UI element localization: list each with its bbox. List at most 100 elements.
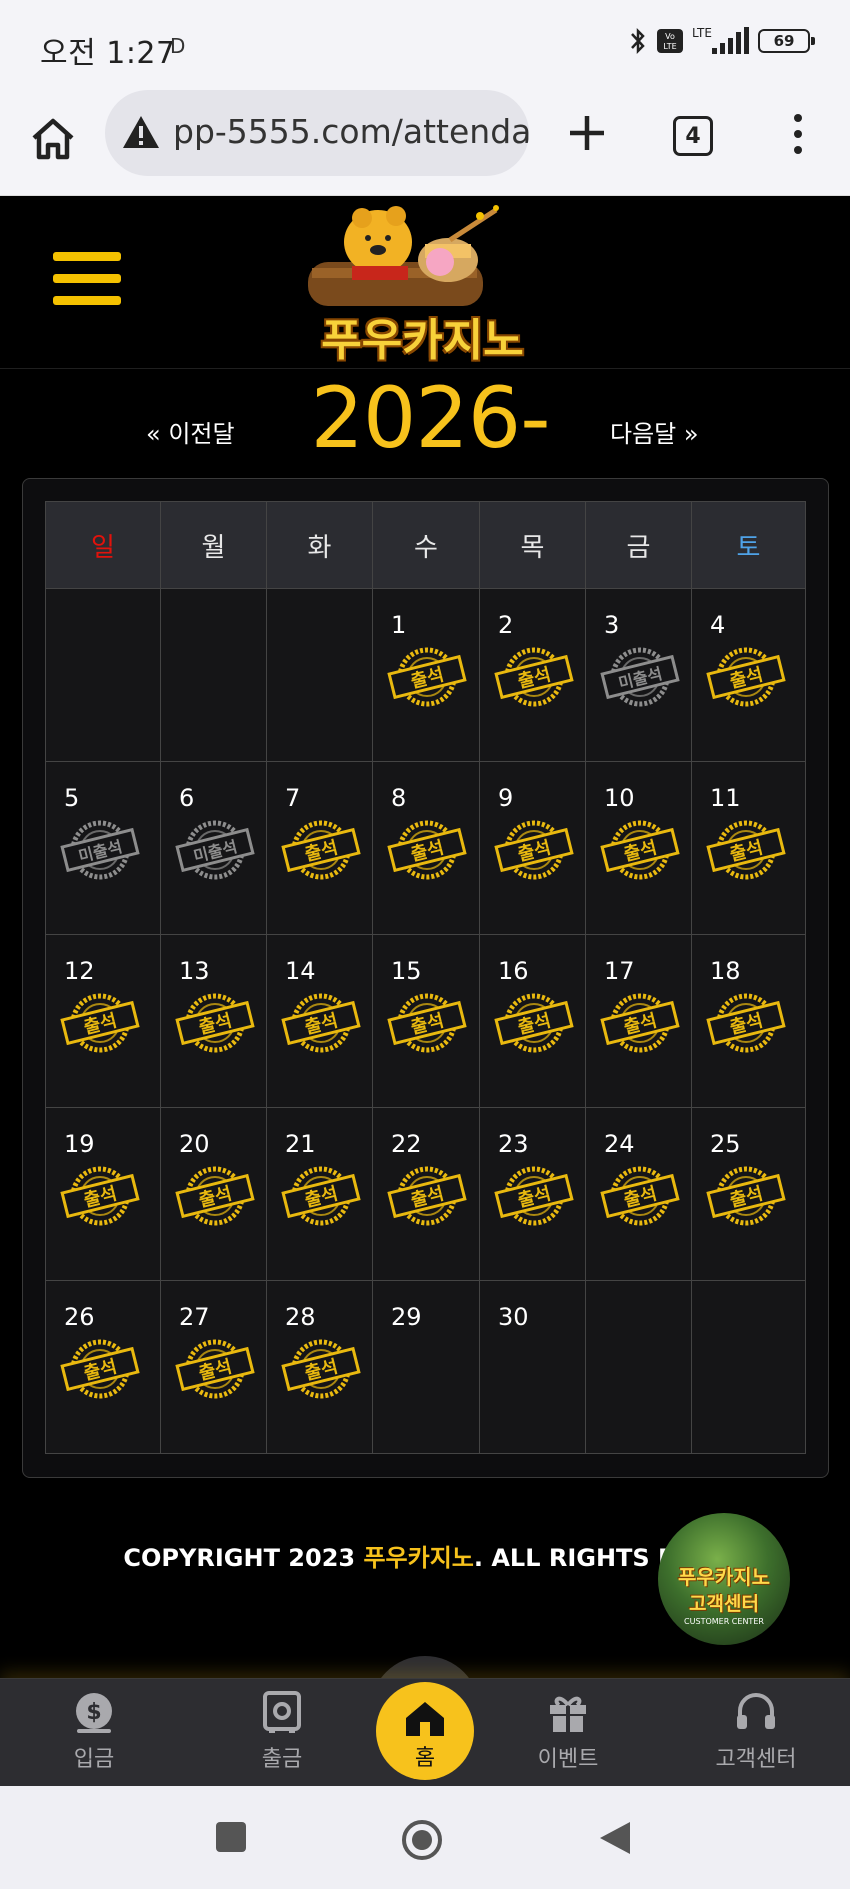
attended-stamp-icon: 출석 [60, 1339, 140, 1399]
day-number: 5 [64, 784, 80, 812]
attended-stamp-icon: 출석 [60, 993, 140, 1053]
url-text: pp-5555.com/attendar [173, 112, 529, 151]
day-number: 3 [604, 611, 620, 639]
month-navigation: « 이전달 2026-04 다음달 » [0, 369, 850, 565]
calendar-day-cell: 13 출석 [160, 934, 267, 1108]
day-number: 12 [64, 957, 95, 985]
weekday-wed: 수 [372, 501, 480, 589]
status-time: 오전 1:27 [40, 36, 176, 71]
svg-text:$: $ [86, 1700, 101, 1725]
calendar-day-cell: 18 출석 [691, 934, 806, 1108]
gift-icon [550, 1696, 586, 1732]
svg-text:LTE: LTE [663, 42, 676, 51]
nav-event[interactable]: 이벤트 [508, 1689, 628, 1773]
hamburger-menu-icon[interactable] [53, 252, 121, 310]
calendar-day-cell: 27 출석 [160, 1280, 267, 1454]
back-icon[interactable] [598, 1820, 632, 1856]
calendar-day-cell: 29 [372, 1280, 480, 1454]
bluetooth-icon [631, 27, 645, 55]
day-number: 1 [391, 611, 407, 639]
nav-deposit[interactable]: $ 입금 [34, 1689, 154, 1773]
site-logo[interactable]: 푸우카지노 [300, 200, 545, 366]
day-number: 30 [498, 1303, 529, 1331]
day-number: 15 [391, 957, 422, 985]
day-number: 24 [604, 1130, 635, 1158]
recent-apps-icon[interactable] [214, 1820, 248, 1854]
calendar-day-cell: 1 출석 [372, 588, 480, 762]
attended-stamp-icon: 출석 [387, 820, 467, 880]
day-number: 4 [710, 611, 726, 639]
attended-stamp-icon: 출석 [281, 1166, 361, 1226]
attended-stamp-icon: 출석 [175, 1339, 255, 1399]
day-number: 27 [179, 1303, 210, 1331]
calendar-week-row: 1 출석 2 출석 3 미출석 4 출석 [45, 588, 806, 762]
nav-support-label: 고객센터 [715, 1747, 797, 1772]
battery-icon: 69 [758, 29, 815, 53]
weekday-tue: 화 [266, 501, 373, 589]
day-number: 23 [498, 1130, 529, 1158]
tab-switcher-button[interactable]: 4 [673, 116, 713, 156]
day-number: 22 [391, 1130, 422, 1158]
nav-event-label: 이벤트 [537, 1747, 599, 1772]
day-number: 19 [64, 1130, 95, 1158]
weekday-sun: 일 [45, 501, 161, 589]
calendar-day-cell: 20 출석 [160, 1107, 267, 1281]
calendar-day-cell: 22 출석 [372, 1107, 480, 1281]
calendar-grid: 일월화수목금토 1 출석 2 출석 3 미출석 4 출석 5 미출석 6 미출석 7 출석 8 출석 9 출석 10… [45, 501, 806, 1454]
next-month-link[interactable]: 다음달 » [610, 414, 699, 449]
attended-stamp-icon: 출석 [600, 820, 680, 880]
nav-home[interactable]: 홈 [376, 1682, 474, 1780]
nav-withdraw[interactable]: 출금 [222, 1689, 342, 1773]
attended-stamp-icon: 출석 [387, 993, 467, 1053]
logo-text: 푸우카지노 [321, 315, 524, 366]
attended-stamp-icon: 출석 [281, 820, 361, 880]
customer-center-badge[interactable]: 푸우카지노 고객센터 CUSTOMER CENTER [658, 1513, 790, 1645]
day-number: 18 [710, 957, 741, 985]
day-number: 17 [604, 957, 635, 985]
calendar-week-row: 19 출석 20 출석 21 출석 22 출석 23 출석 24 출석 25 출석 [45, 1107, 806, 1281]
calendar-day-cell: 2 출석 [479, 588, 586, 762]
calendar-day-cell: 16 출석 [479, 934, 586, 1108]
absent-stamp-icon: 미출석 [175, 820, 255, 880]
site-header: 푸우카지노 [0, 196, 850, 369]
attended-stamp-icon: 출석 [387, 647, 467, 707]
attended-stamp-icon: 출석 [494, 820, 574, 880]
volte-icon: VoLTE [657, 29, 683, 53]
home-circle-icon[interactable] [400, 1818, 444, 1862]
calendar-day-cell: 24 출석 [585, 1107, 692, 1281]
attended-stamp-icon: 출석 [281, 1339, 361, 1399]
status-indicator: D [170, 34, 186, 58]
prev-month-link[interactable]: « 이전달 [146, 414, 235, 449]
weekday-thu: 목 [479, 501, 586, 589]
nav-support[interactable]: 고객센터 [696, 1689, 816, 1773]
absent-stamp-icon: 미출석 [600, 647, 680, 707]
address-bar[interactable]: pp-5555.com/attendar [105, 90, 529, 176]
new-tab-icon[interactable] [562, 108, 612, 158]
logo-mascot [308, 205, 499, 306]
calendar-empty-cell [160, 588, 267, 762]
calendar-day-cell: 10 출석 [585, 761, 692, 935]
nav-home-label: 홈 [414, 1746, 436, 1771]
weekday-fri: 금 [585, 501, 692, 589]
day-number: 25 [710, 1130, 741, 1158]
system-navigation-bar [0, 1786, 850, 1889]
more-options-icon[interactable] [790, 114, 806, 158]
svg-text:Vo: Vo [665, 32, 675, 41]
copyright-prefix: COPYRIGHT 2023 [123, 1544, 364, 1572]
headset-icon [737, 1693, 775, 1729]
day-number: 10 [604, 784, 635, 812]
day-number: 14 [285, 957, 316, 985]
calendar-day-cell: 17 출석 [585, 934, 692, 1108]
home-icon[interactable] [28, 114, 78, 164]
day-number: 16 [498, 957, 529, 985]
badge-brand: 푸우카지노 [678, 1565, 770, 1589]
home-icon [406, 1702, 444, 1736]
day-number: 28 [285, 1303, 316, 1331]
calendar-day-cell: 15 출석 [372, 934, 480, 1108]
attended-stamp-icon: 출석 [706, 647, 786, 707]
calendar-day-cell: 28 출석 [266, 1280, 373, 1454]
day-number: 2 [498, 611, 514, 639]
nav-deposit-label: 입금 [73, 1747, 115, 1772]
browser-toolbar: pp-5555.com/attendar 4 [0, 88, 850, 196]
calendar-day-cell: 4 출석 [691, 588, 806, 762]
